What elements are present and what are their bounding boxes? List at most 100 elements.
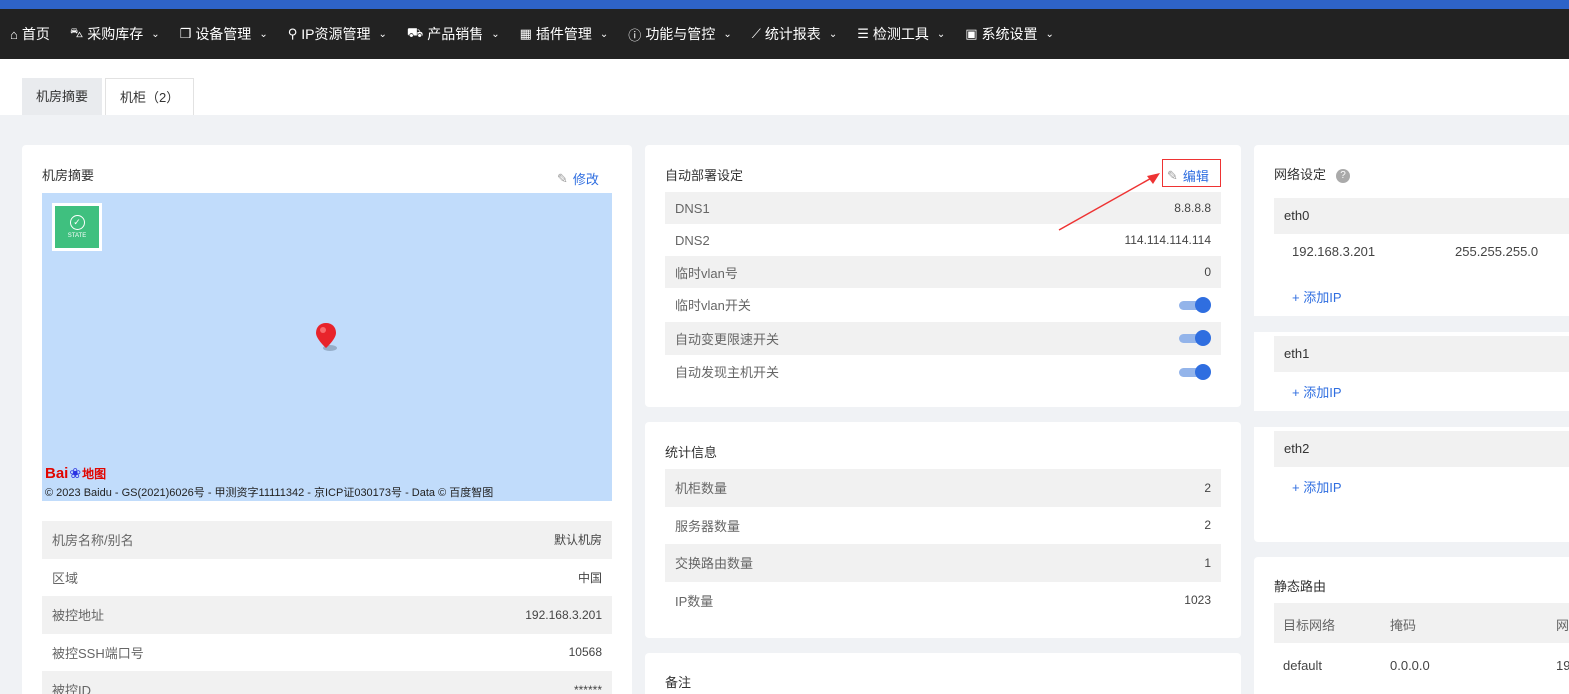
help-icon[interactable]: ? <box>1336 168 1351 183</box>
grid-icon: ▦ <box>519 26 532 41</box>
room-summary-card: 机房摘要 ✎ 修改 ✓ STATE Bai ❀ 地图 © 2023 Baidu - … <box>22 145 632 694</box>
nav-item-2[interactable]: ❒ 设备管理 ⌄ <box>180 24 268 44</box>
toggle-switch[interactable] <box>1179 363 1211 380</box>
row-value: 114.114.114.114 <box>1124 233 1211 247</box>
nav-item-label: 产品销售 <box>427 26 484 42</box>
table-row: 自动变更限速开关 <box>665 321 1221 355</box>
table-row[interactable]: default 0.0.0.0 19 <box>1274 645 1569 685</box>
row-key: 机房名称/别名 <box>52 533 134 549</box>
nav-item-label: IP资源管理 <box>301 26 371 42</box>
chevron-down-icon: ⌄ <box>259 28 268 40</box>
table-row: 服务器数量 2 <box>665 507 1221 545</box>
row-key: 自动变更限速开关 <box>675 331 780 347</box>
chevron-down-icon: ⌄ <box>151 28 160 40</box>
table-row: 临时vlan号 0 <box>665 256 1221 288</box>
table-row: 被控ID ****** <box>42 671 612 694</box>
table-row: 被控地址 192.168.3.201 <box>42 596 612 634</box>
static-routes-card: 静态路由 目标网络 掩码 网 default 0.0.0.0 19 <box>1254 557 1569 694</box>
chevron-down-icon: ⌄ <box>723 28 732 40</box>
table-row: 机柜数量 2 <box>665 469 1221 507</box>
row-key: 服务器数量 <box>675 518 741 534</box>
table-row: 自动发现主机开关 <box>665 355 1221 389</box>
cart-icon: ⛟ <box>406 25 424 40</box>
tab-bar: 机房摘要 机柜（2） <box>0 59 1569 115</box>
routes-col-gateway: 网 <box>1556 618 1569 633</box>
nav-item-1[interactable]: ⛍ 采购库存 ⌄ <box>70 24 160 44</box>
modify-link[interactable]: ✎ 修改 <box>557 169 599 188</box>
line-chart-icon: ⟋ <box>751 26 761 41</box>
edit-link[interactable]: ✎ 编辑 <box>1167 166 1209 185</box>
tab-room-summary[interactable]: 机房摘要 <box>22 78 103 115</box>
eth0-mask: 255.255.255.0 <box>1455 244 1539 259</box>
toggle-switch[interactable] <box>1179 296 1211 313</box>
nav-item-label: 设备管理 <box>195 26 252 42</box>
map-copyright: © 2023 Baidu - GS(2021)6026号 - 甲测资字11111… <box>45 487 494 499</box>
row-key: 交换路由数量 <box>675 556 754 572</box>
row-key: IP数量 <box>675 593 714 609</box>
row-key: DNS1 <box>675 200 710 216</box>
statistics-card: 统计信息 机柜数量 2 服务器数量 2 交换路由数量 1 IP数量 1023 <box>645 422 1241 638</box>
car-icon: ⛍ <box>69 25 84 40</box>
nav-item-0[interactable]: ⌂ 首页 <box>10 24 50 44</box>
th-large-icon: ▣ <box>965 26 978 41</box>
row-value: 8.8.8.8 <box>1174 201 1211 215</box>
eth0-ip: 192.168.3.201 <box>1292 244 1376 259</box>
state-badge[interactable]: ✓ STATE <box>52 203 102 251</box>
routes-col-mask: 掩码 <box>1390 618 1417 633</box>
eth0-header: eth0 <box>1274 198 1569 234</box>
home-icon: ⌂ <box>10 26 18 42</box>
row-value: ****** <box>573 682 602 694</box>
card-divider <box>1254 316 1569 332</box>
eth2-add-ip-link[interactable]: + 添加IP <box>1292 477 1342 496</box>
statistics-table: 机柜数量 2 服务器数量 2 交换路由数量 1 IP数量 1023 <box>665 469 1221 619</box>
nav-item-label: 采购库存 <box>87 26 144 42</box>
eth2-header: eth2 <box>1274 431 1569 467</box>
map-pin-icon[interactable] <box>316 323 342 353</box>
row-key: 被控SSH端口号 <box>52 645 144 661</box>
nav-item-7[interactable]: ⟋ 统计报表 ⌄ <box>752 24 838 44</box>
nav-item-5[interactable]: ▦ 插件管理 ⌄ <box>520 24 609 44</box>
card-divider <box>1254 411 1569 427</box>
notes-card: 备注 <box>645 653 1241 694</box>
eth1-header: eth1 <box>1274 336 1569 372</box>
baidu-map-logo: Bai ❀ 地图 <box>45 464 107 482</box>
row-value: 中国 <box>577 570 602 585</box>
nav-item-9[interactable]: ▣ 系统设置 ⌄ <box>965 24 1054 44</box>
eth1-add-ip-link[interactable]: + 添加IP <box>1292 382 1342 401</box>
nav-item-6[interactable]: ⓘ 功能与管控 ⌄ <box>628 24 731 44</box>
tab-cabinets[interactable]: 机柜（2） <box>105 78 195 115</box>
top-accent-stripe <box>0 0 1569 9</box>
row-value: 192.168.3.201 <box>525 607 602 622</box>
chevron-down-icon: ⌄ <box>599 28 609 40</box>
toggle-switch[interactable] <box>1179 330 1211 347</box>
nav-item-3[interactable]: ⚲ IP资源管理 ⌄ <box>288 24 387 44</box>
row-value: 2 <box>1204 518 1211 533</box>
list-icon: ☰ <box>857 26 869 41</box>
row-value: 默认机房 <box>553 533 602 548</box>
nav-item-4[interactable]: ⛟ 产品销售 ⌄ <box>407 24 500 44</box>
nav-item-label: 统计报表 <box>764 26 821 42</box>
row-value: 1 <box>1204 555 1211 570</box>
table-row: IP数量 1023 <box>665 582 1221 620</box>
check-circle-icon: ✓ <box>69 215 85 230</box>
info-icon: ⓘ <box>628 27 642 43</box>
row-key: 临时vlan号 <box>675 265 738 281</box>
nav-item-8[interactable]: ☰ 检测工具 ⌄ <box>857 24 945 44</box>
table-row: 临时vlan开关 <box>665 288 1221 322</box>
chevron-down-icon: ⌄ <box>491 28 500 40</box>
eth0-add-ip-link[interactable]: + 添加IP <box>1292 287 1342 306</box>
routes-table-header: 目标网络 掩码 网 <box>1274 603 1569 643</box>
network-settings-title: 网络设定? <box>1274 164 1351 183</box>
annotation-arrow <box>1058 173 1160 231</box>
map-view[interactable]: ✓ STATE Bai ❀ 地图 © 2023 Baidu - GS(2021)60… <box>42 193 612 501</box>
auto-deploy-title: 自动部署设定 <box>665 168 744 183</box>
row-key: DNS2 <box>675 232 710 248</box>
row-key: 被控ID <box>52 683 92 694</box>
chevron-down-icon: ⌄ <box>828 28 838 40</box>
statistics-title: 统计信息 <box>665 445 718 460</box>
nav-item-label: 检测工具 <box>872 26 929 42</box>
network-settings-card: 网络设定? eth0 192.168.3.201 255.255.255.0 +… <box>1254 145 1569 542</box>
nav-item-label: 首页 <box>21 26 50 42</box>
nav-item-label: 插件管理 <box>535 26 592 42</box>
row-key: 机柜数量 <box>675 481 728 497</box>
